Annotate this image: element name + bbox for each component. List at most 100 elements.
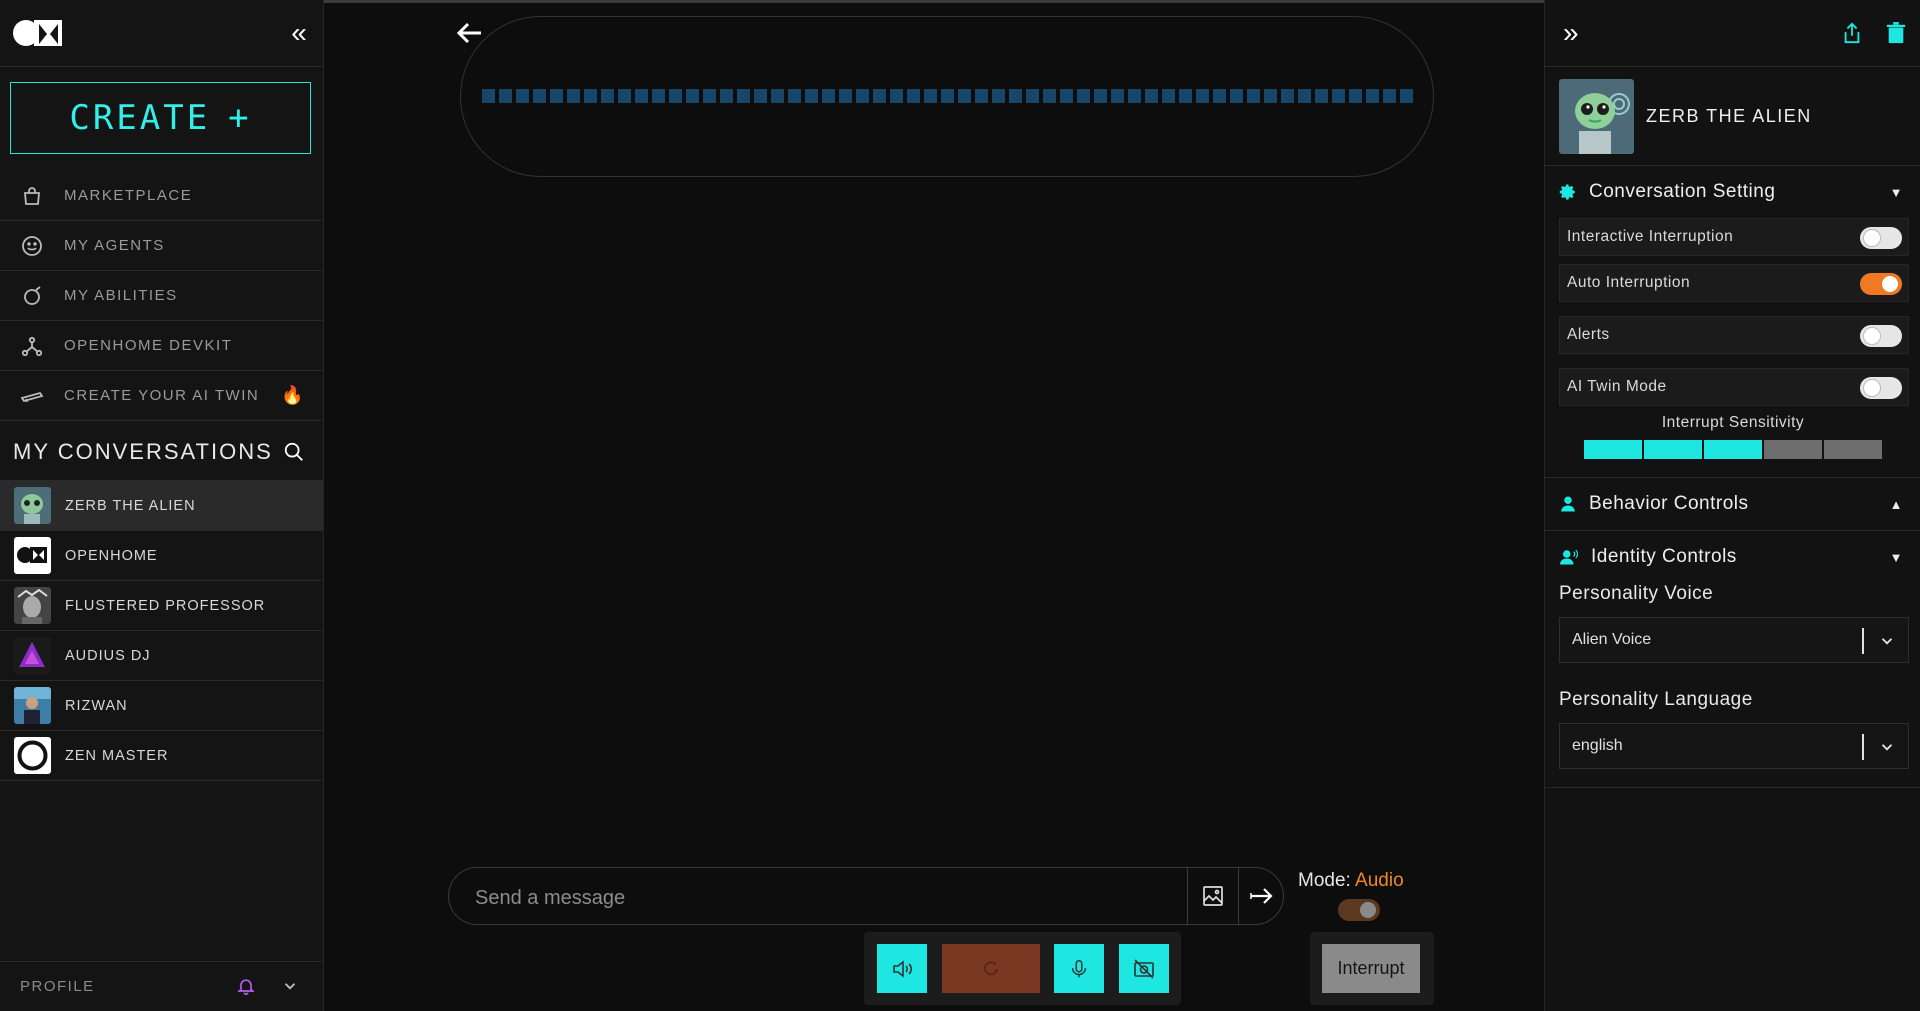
- waveform-segment: [1229, 89, 1243, 103]
- rizwan-avatar: [14, 687, 51, 724]
- waveform-segment: [719, 89, 733, 103]
- waveform-segment: [1076, 89, 1090, 103]
- conversation-item-openhome[interactable]: OPENHOME: [0, 531, 323, 581]
- waveform-segment: [549, 89, 563, 103]
- waveform-segment: [1127, 89, 1141, 103]
- waveform-segment: [1059, 89, 1073, 103]
- settings-panel: » ZERB THE ALIEN Conversation Setting ▼ …: [1544, 0, 1920, 1011]
- conversations-title: MY CONVERSATIONS: [13, 438, 273, 464]
- stop-button[interactable]: [942, 944, 1040, 993]
- setting-auto-interruption: Auto Interruption: [1559, 264, 1909, 302]
- section-title: Behavior Controls: [1589, 493, 1749, 514]
- voice-select[interactable]: Alien Voice: [1559, 617, 1909, 663]
- call-controls: [864, 932, 1181, 1005]
- conversation-item-rizwan[interactable]: RIZWAN: [0, 681, 323, 731]
- waveform-segment: [974, 89, 988, 103]
- alerts-toggle[interactable]: [1860, 325, 1902, 347]
- language-value: english: [1572, 737, 1623, 754]
- waveform-segment: [736, 89, 750, 103]
- attach-image-button[interactable]: [1187, 867, 1239, 925]
- waveform-segment: [1161, 89, 1175, 103]
- search-icon[interactable]: [283, 441, 305, 463]
- trash-icon[interactable]: [1885, 20, 1907, 46]
- waveform-segment: [1331, 89, 1345, 103]
- openhome-logo[interactable]: [12, 18, 64, 48]
- conversations-header: MY CONVERSATIONS: [0, 423, 323, 481]
- share-icon[interactable]: [1841, 20, 1863, 46]
- sidebar-header: «: [0, 0, 323, 67]
- sidebar-item-create-ai-twin[interactable]: CREATE YOUR AI TWIN 🔥: [0, 371, 323, 421]
- send-button[interactable]: [1239, 868, 1285, 924]
- alien-avatar: [14, 487, 51, 524]
- interactive-interruption-toggle[interactable]: [1860, 227, 1902, 249]
- identity-controls-header[interactable]: Identity Controls ▼: [1545, 531, 1920, 583]
- collapse-sidebar-icon[interactable]: «: [285, 18, 313, 48]
- auto-interruption-toggle[interactable]: [1860, 273, 1902, 295]
- conversation-item-zerb[interactable]: ZERB THE ALIEN: [0, 481, 323, 531]
- conversation-setting-header[interactable]: Conversation Setting ▼: [1545, 166, 1920, 218]
- sidebar-item-openhome-devkit[interactable]: OPENHOME DEVKIT: [0, 321, 323, 371]
- conversation-name: RIZWAN: [65, 697, 128, 714]
- interrupt-container: Interrupt: [1310, 932, 1434, 1005]
- select-separator: [1862, 628, 1864, 654]
- sensitivity-segment[interactable]: [1704, 440, 1762, 459]
- language-select[interactable]: english: [1559, 723, 1909, 769]
- waveform-segment: [566, 89, 580, 103]
- camera-off-button[interactable]: [1119, 944, 1169, 993]
- ai-twin-mode-toggle[interactable]: [1860, 377, 1902, 399]
- mode-toggle[interactable]: [1338, 899, 1380, 921]
- speaker-button[interactable]: [877, 944, 927, 993]
- speaker-icon: [893, 959, 913, 978]
- waveform-segment: [991, 89, 1005, 103]
- waveform-segment: [1263, 89, 1277, 103]
- conversation-item-zen-master[interactable]: ZEN MASTER: [0, 731, 323, 781]
- conversation-name: AUDIUS DJ: [65, 647, 151, 664]
- expand-panel-icon[interactable]: »: [1563, 18, 1579, 48]
- behavior-controls-header[interactable]: Behavior Controls ▲: [1545, 478, 1920, 531]
- interrupt-button[interactable]: Interrupt: [1322, 944, 1420, 993]
- waveform-segment: [685, 89, 699, 103]
- waveform-segment: [702, 89, 716, 103]
- create-button[interactable]: CREATE +: [10, 82, 311, 154]
- waveform-segment: [804, 89, 818, 103]
- sensitivity-segment[interactable]: [1824, 440, 1882, 459]
- message-composer: [448, 867, 1284, 925]
- waveform-segment: [957, 89, 971, 103]
- sidebar-item-label: MARKETPLACE: [64, 187, 193, 204]
- profile-bar[interactable]: PROFILE: [0, 961, 323, 1011]
- sensitivity-segment[interactable]: [1584, 440, 1642, 459]
- sidebar-item-marketplace[interactable]: MARKETPLACE: [0, 171, 323, 221]
- chevron-down-icon[interactable]: [281, 977, 299, 995]
- audio-visualizer: [460, 16, 1434, 177]
- send-arrow-icon: [1250, 888, 1273, 904]
- waveform-segment: [855, 89, 869, 103]
- waveform-segment: [1144, 89, 1158, 103]
- waveform-segment: [770, 89, 784, 103]
- sidebar-item-my-agents[interactable]: MY AGENTS: [0, 221, 323, 271]
- message-input[interactable]: [473, 882, 1167, 914]
- waveform-segment: [940, 89, 954, 103]
- waveform-segment: [1008, 89, 1022, 103]
- sensitivity-segment[interactable]: [1644, 440, 1702, 459]
- waveform-segment: [1212, 89, 1226, 103]
- bell-icon[interactable]: [236, 975, 256, 997]
- setting-label: AI Twin Mode: [1567, 378, 1667, 395]
- sensitivity-segment[interactable]: [1764, 440, 1822, 459]
- conversation-list: ZERB THE ALIEN OPENHOME FLUSTERED PROFES…: [0, 481, 323, 781]
- camera-off-icon: [1134, 958, 1154, 979]
- waveform-segment: [583, 89, 597, 103]
- section-title: Identity Controls: [1591, 546, 1737, 567]
- divider: [1545, 459, 1920, 478]
- waveform-segment: [634, 89, 648, 103]
- waveform-segment: [1195, 89, 1209, 103]
- sidebar-menu: MARKETPLACE MY AGENTS MY ABILITIES OPENH…: [0, 171, 323, 421]
- waveform-segment: [651, 89, 665, 103]
- sensitivity-meter[interactable]: [1545, 440, 1920, 459]
- sidebar-item-label: MY ABILITIES: [64, 287, 178, 304]
- microphone-icon: [1071, 959, 1087, 977]
- waveform-segment: [1178, 89, 1192, 103]
- sidebar-item-my-abilities[interactable]: MY ABILITIES: [0, 271, 323, 321]
- microphone-button[interactable]: [1054, 944, 1104, 993]
- conversation-item-flustered-professor[interactable]: FLUSTERED PROFESSOR: [0, 581, 323, 631]
- conversation-item-audius-dj[interactable]: AUDIUS DJ: [0, 631, 323, 681]
